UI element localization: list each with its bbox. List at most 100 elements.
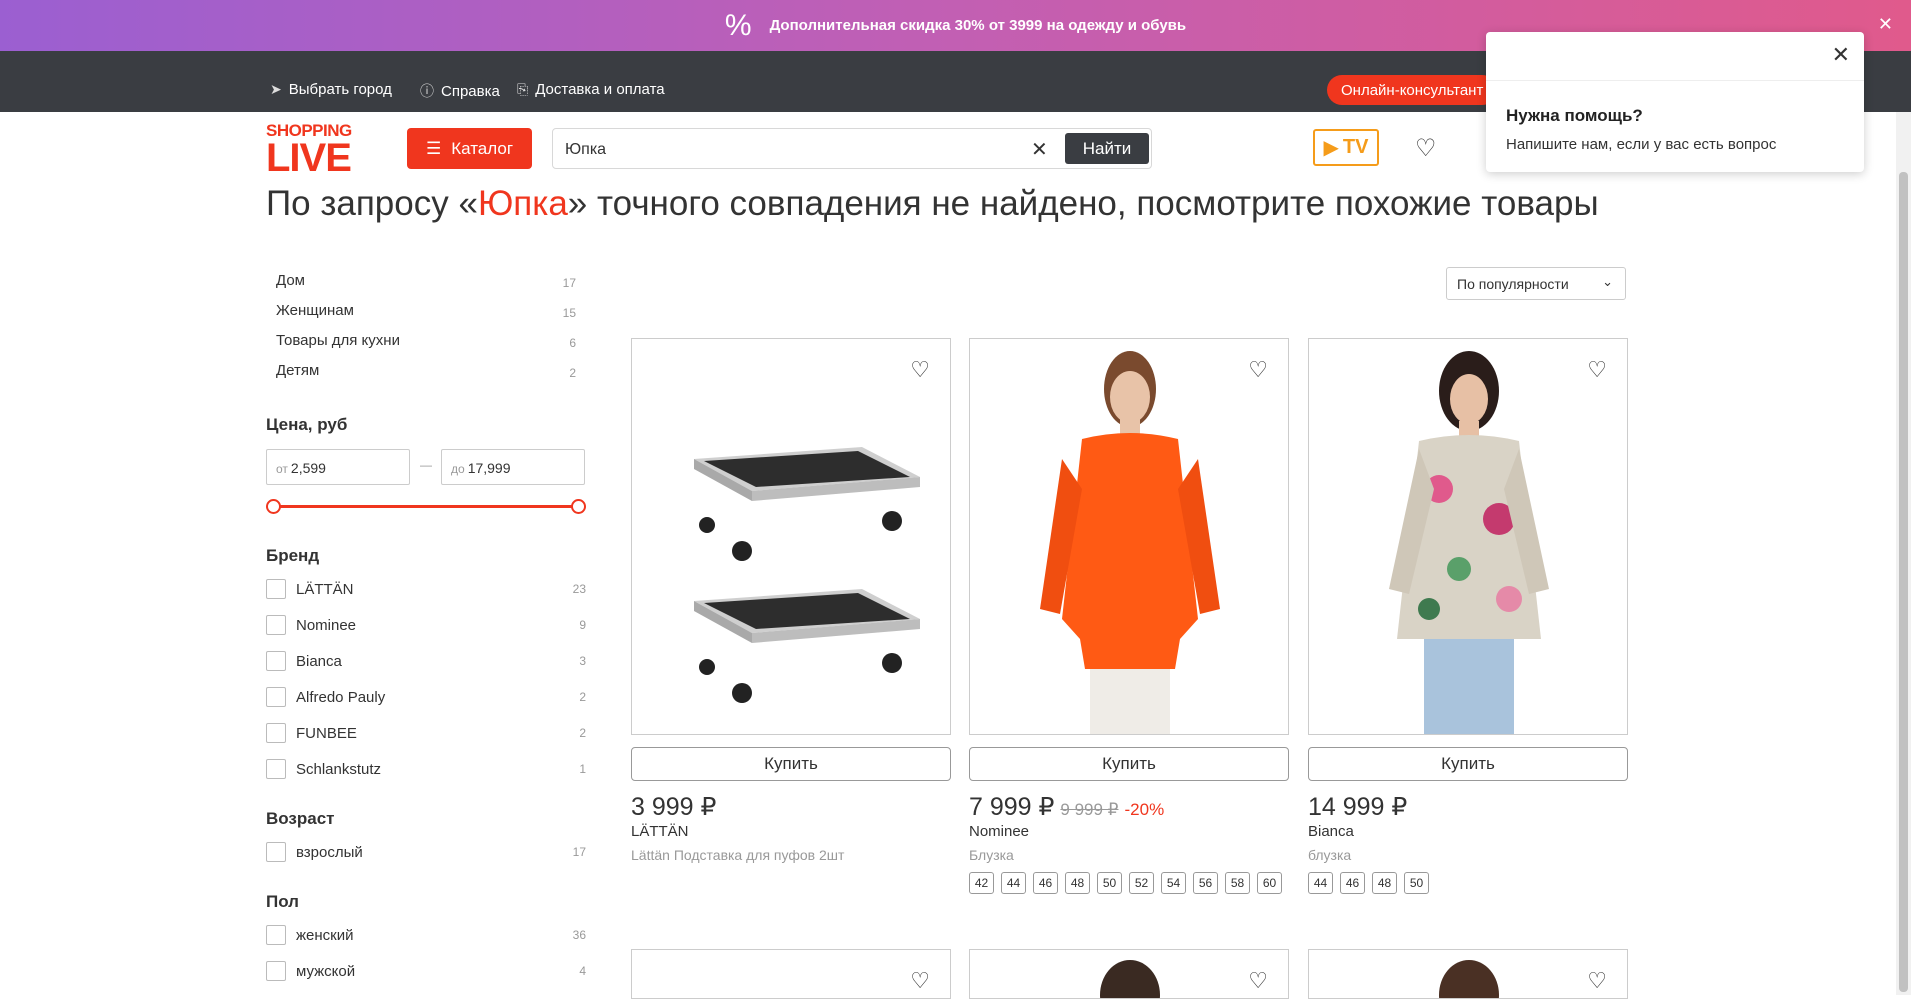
scrollbar[interactable] — [1896, 112, 1911, 995]
checkbox[interactable] — [266, 687, 286, 707]
product-brand[interactable]: Nominee — [969, 823, 1029, 840]
favorites-heart-icon[interactable]: ♡ — [1415, 134, 1437, 163]
size-chip[interactable]: 46 — [1033, 872, 1058, 894]
category-item[interactable]: Женщинам 15 — [266, 300, 586, 330]
product-description[interactable]: Блузка — [969, 847, 1014, 863]
brand-checkbox[interactable]: LÄTTÄN 23 — [266, 579, 586, 601]
checkbox[interactable] — [266, 842, 286, 862]
city-link[interactable]: ➤ Выбрать город — [270, 81, 392, 98]
size-chip[interactable]: 54 — [1161, 872, 1186, 894]
clear-icon[interactable]: ✕ — [1031, 137, 1048, 162]
product-image[interactable]: ♡ — [1308, 338, 1628, 735]
checkbox[interactable] — [266, 925, 286, 945]
price-range-min-handle[interactable] — [266, 499, 281, 514]
delivery-link[interactable]: ⎘ Доставка и оплата — [517, 81, 665, 98]
help-link[interactable]: ⓘ Справка — [420, 81, 500, 101]
sort-dropdown[interactable]: По популярности ⌄ — [1446, 267, 1626, 300]
gender-checkbox[interactable]: женский 36 — [266, 925, 586, 947]
brand-checkbox[interactable]: Bianca 3 — [266, 651, 586, 673]
brand-checkbox[interactable]: Nominee 9 — [266, 615, 586, 637]
heart-icon[interactable]: ♡ — [1587, 968, 1607, 994]
logo[interactable]: SHOPPING LIVE — [266, 122, 360, 178]
buy-button[interactable]: Купить — [631, 747, 951, 781]
size-chip[interactable]: 48 — [1065, 872, 1090, 894]
online-consultant-button[interactable]: Онлайн-консультант — [1327, 75, 1498, 105]
price-value: 7 999 ₽ — [969, 793, 1055, 821]
checkbox[interactable] — [266, 615, 286, 635]
price-from-prefix: от — [276, 462, 288, 476]
price-from-input[interactable]: от 2,599 — [266, 449, 410, 485]
product-image[interactable]: ♡ — [969, 949, 1289, 999]
brand-label: Nominee — [296, 617, 357, 634]
product-price: 3 999 ₽ — [631, 792, 716, 822]
heart-icon[interactable]: ♡ — [1248, 968, 1268, 994]
price-to-input[interactable]: до 17,999 — [441, 449, 585, 485]
size-chip[interactable]: 42 — [969, 872, 994, 894]
brand-count: 2 — [579, 726, 586, 740]
product-brand[interactable]: LÄTTÄN — [631, 823, 689, 840]
size-chip[interactable]: 50 — [1097, 872, 1122, 894]
checkbox[interactable] — [266, 961, 286, 981]
heart-icon[interactable]: ♡ — [1587, 357, 1607, 383]
stand-bottom — [694, 589, 920, 703]
search-button[interactable]: Найти — [1065, 133, 1149, 164]
catalog-button[interactable]: ☰ Каталог — [407, 128, 532, 169]
catalog-label: Каталог — [451, 138, 514, 158]
gender-checkbox[interactable]: мужской 4 — [266, 961, 586, 983]
search-bar: Юпка ✕ Найти — [552, 128, 1152, 169]
category-count: 2 — [569, 366, 576, 380]
age-checkbox[interactable]: взрослый 17 — [266, 842, 586, 864]
category-item[interactable]: Товары для кухни 6 — [266, 330, 586, 360]
category-count: 6 — [569, 336, 576, 350]
age-label: взрослый — [296, 844, 363, 861]
close-popup-icon[interactable]: ✕ — [1832, 42, 1850, 68]
title-suffix: » точного совпадения не найдено, посмотр… — [567, 184, 1599, 223]
heart-icon[interactable]: ♡ — [910, 968, 930, 994]
brand-checkbox[interactable]: Schlankstutz 1 — [266, 759, 586, 781]
product-image[interactable]: ♡ — [631, 338, 951, 735]
floral-blouse-image — [1389, 351, 1549, 734]
percent-icon: % — [724, 8, 752, 42]
buy-button[interactable]: Купить — [969, 747, 1289, 781]
scrollbar-thumb[interactable] — [1899, 172, 1908, 992]
checkbox[interactable] — [266, 651, 286, 671]
checkbox[interactable] — [266, 723, 286, 743]
product-image[interactable]: ♡ — [631, 949, 951, 999]
category-item[interactable]: Детям 2 — [266, 360, 586, 390]
price-value: 3 999 ₽ — [631, 793, 717, 821]
size-chip[interactable]: 46 — [1340, 872, 1365, 894]
checkbox[interactable] — [266, 759, 286, 779]
size-chip[interactable]: 56 — [1193, 872, 1218, 894]
chevron-down-icon: ⌄ — [1602, 274, 1613, 289]
size-chip[interactable]: 52 — [1129, 872, 1154, 894]
brand-checkbox[interactable]: FUNBEE 2 — [266, 723, 586, 745]
product-image[interactable]: ♡ — [969, 338, 1289, 735]
tv-button[interactable]: ▶ TV — [1313, 129, 1379, 166]
location-arrow-icon: ➤ — [270, 81, 282, 97]
tv-label: TV — [1342, 136, 1369, 158]
category-label: Товары для кухни — [276, 332, 400, 349]
category-item[interactable]: Дом 17 — [266, 270, 586, 300]
gender-label: женский — [296, 927, 354, 944]
product-brand[interactable]: Bianca — [1308, 823, 1354, 840]
help-popup: ✕ Нужна помощь? Напишите нам, если у вас… — [1486, 32, 1864, 172]
buy-button[interactable]: Купить — [1308, 747, 1628, 781]
brand-checkbox[interactable]: Alfredo Pauly 2 — [266, 687, 586, 709]
size-chip[interactable]: 60 — [1257, 872, 1282, 894]
heart-icon[interactable]: ♡ — [910, 357, 930, 383]
checkbox[interactable] — [266, 579, 286, 599]
size-chip[interactable]: 44 — [1001, 872, 1026, 894]
size-list: 44 46 48 50 — [1308, 872, 1429, 894]
size-chip[interactable]: 44 — [1308, 872, 1333, 894]
heart-icon[interactable]: ♡ — [1248, 357, 1268, 383]
price-to-prefix: до — [451, 462, 465, 476]
size-chip[interactable]: 50 — [1404, 872, 1429, 894]
search-input[interactable]: Юпка — [565, 141, 606, 159]
product-description[interactable]: Lättän Подставка для пуфов 2шт — [631, 847, 844, 863]
size-chip[interactable]: 58 — [1225, 872, 1250, 894]
size-chip[interactable]: 48 — [1372, 872, 1397, 894]
product-description[interactable]: блузка — [1308, 847, 1351, 863]
product-image[interactable]: ♡ — [1308, 949, 1628, 999]
price-range-max-handle[interactable] — [571, 499, 586, 514]
close-icon[interactable]: ✕ — [1878, 14, 1893, 35]
